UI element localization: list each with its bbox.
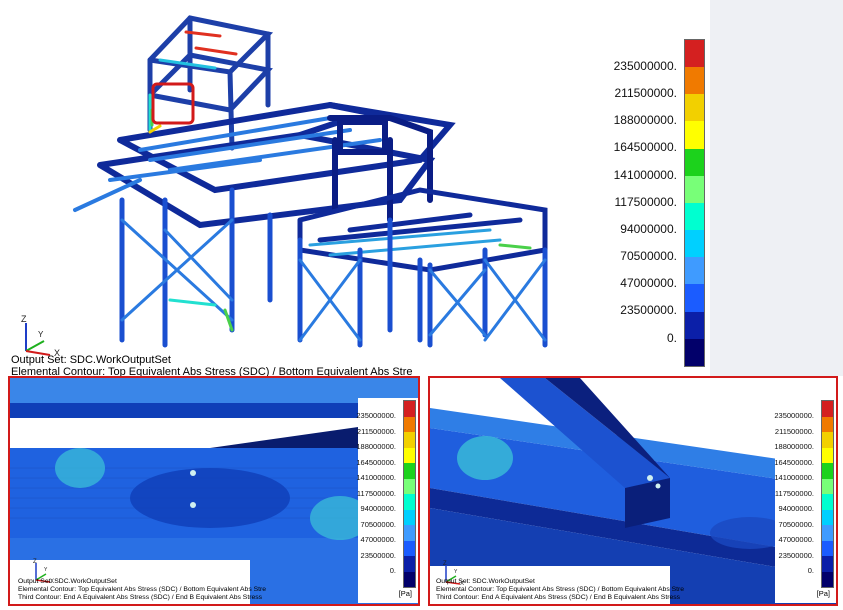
legend-color-swatch (822, 509, 833, 525)
legend-value-label: 188000000. (613, 113, 677, 128)
legend-color-swatch (822, 478, 833, 494)
legend-color-swatch (822, 416, 833, 432)
output-set-label: Output Set: SDC.WorkOutputSet (18, 578, 117, 585)
detail-view-left[interactable]: 235000000. 211500000. 188000000. 164500000.… (8, 376, 420, 606)
legend-value-label: 94000000. (360, 504, 396, 513)
third-contour-label: Third Contour: End A Equivalent Abs Stre… (18, 594, 263, 601)
svg-text:Y: Y (44, 567, 48, 573)
stress-legend-bar (403, 400, 416, 588)
legend-color-swatch (822, 571, 833, 587)
legend-value-label: 188000000. (774, 442, 814, 451)
legend-value-label: 141000000. (774, 473, 814, 482)
legend-color-swatch (685, 202, 704, 231)
legend-color-swatch (404, 447, 415, 463)
legend-color-swatch (685, 230, 704, 258)
legend-value-label: 47000000. (620, 276, 677, 291)
legend-value-label: 0. (666, 330, 677, 345)
contour-label: Elemental Contour: Top Equivalent Abs St… (18, 586, 267, 593)
legend-color-swatch (685, 284, 704, 312)
legend-value-label: 211500000. (614, 86, 677, 101)
legend-color-swatch (685, 338, 704, 366)
axis-y-label: Y (38, 330, 44, 339)
legend-value-label: 164500000. (356, 457, 396, 467)
legend-value-label: 188000000. (356, 442, 396, 451)
legend-color-swatch (822, 401, 833, 417)
legend-color-swatch (404, 571, 415, 587)
legend-value-label: 117500000. (614, 194, 677, 209)
legend-value-label: 141000000. (356, 473, 396, 482)
axis-triad-icon: Z Y X (21, 314, 60, 358)
legend-value-label: 141000000. (613, 167, 677, 182)
legend-value-label: 23500000. (620, 303, 677, 318)
stress-legend-bar (821, 400, 834, 588)
contour-label: Elemental Contour: Top Equivalent Abs St… (436, 586, 685, 593)
legend-value-label: 235000000. (356, 411, 396, 420)
legend-color-swatch (404, 494, 415, 510)
legend-color-swatch (404, 432, 415, 448)
legend-value-label: 117500000. (356, 488, 396, 498)
legend-value-label: 164500000. (613, 140, 677, 155)
svg-text:Z: Z (443, 561, 447, 567)
legend-color-swatch (685, 311, 704, 339)
legend-value-label: 211500000. (356, 426, 396, 436)
legend-value-label: 23500000. (360, 550, 396, 560)
legend-color-swatch (404, 540, 415, 556)
legend-color-swatch (822, 556, 833, 572)
legend-value-label: 164500000. (774, 457, 814, 467)
unit-label: [Pa] (398, 589, 412, 598)
legend-color-swatch (685, 67, 704, 95)
legend-color-swatch (404, 401, 415, 417)
legend-color-swatch (685, 175, 704, 203)
legend-value-label: 235000000. (613, 58, 677, 73)
legend-value-label: 211500000. (774, 426, 814, 436)
legend-color-swatch (822, 447, 833, 463)
legend-value-label: 47000000. (360, 535, 396, 544)
legend-color-swatch (822, 432, 833, 448)
legend-color-swatch (404, 478, 415, 494)
legend-value-label: 235000000. (774, 411, 814, 420)
main-viewport[interactable]: Z Y X Output Set: SDC.WorkOutputSet Elem… (0, 0, 710, 376)
legend-color-swatch (822, 494, 833, 510)
legend-color-swatch (822, 540, 833, 556)
output-set-label: Output Set: SDC.WorkOutputSet (11, 354, 171, 366)
svg-text:Y: Y (454, 569, 458, 575)
legend-color-swatch (685, 148, 704, 176)
legend-value-label: 70500000. (778, 519, 814, 529)
legend-color-swatch (685, 94, 704, 122)
legend-value-label: 94000000. (778, 504, 814, 513)
axis-z-label: Z (21, 314, 27, 324)
detail-view-right[interactable]: 235000000. 211500000. 188000000. 164500000.… (428, 376, 838, 606)
structure-model[interactable] (0, 0, 710, 376)
unit-label: [Pa] (816, 589, 830, 598)
legend-color-swatch (404, 416, 415, 432)
legend-color-swatch (404, 509, 415, 525)
legend-value-label: 117500000. (774, 488, 814, 498)
contour-label: Elemental Contour: Top Equivalent Abs St… (11, 366, 413, 376)
legend-value-label: 70500000. (360, 519, 396, 529)
stress-legend-bar (684, 39, 705, 367)
svg-text:Z: Z (33, 559, 37, 565)
legend-color-swatch (404, 463, 415, 479)
legend-value-label: 0. (807, 566, 814, 575)
legend-color-swatch (822, 463, 833, 479)
third-contour-label: Third Contour: End A Equivalent Abs Stre… (436, 594, 681, 601)
side-panel (710, 0, 843, 376)
legend-value-label: 23500000. (778, 550, 814, 560)
legend-color-swatch (685, 121, 704, 149)
legend-value-label: 94000000. (620, 221, 677, 236)
legend-color-swatch (685, 40, 704, 68)
legend-value-label: 47000000. (778, 535, 814, 544)
legend-color-swatch (822, 525, 833, 541)
legend-color-swatch (685, 257, 704, 285)
legend-value-label: 0. (389, 566, 396, 575)
legend-color-swatch (404, 556, 415, 572)
legend-value-label: 70500000. (620, 249, 677, 264)
output-set-label: Output Set: SDC.WorkOutputSet (436, 578, 535, 585)
legend-color-swatch (404, 525, 415, 541)
